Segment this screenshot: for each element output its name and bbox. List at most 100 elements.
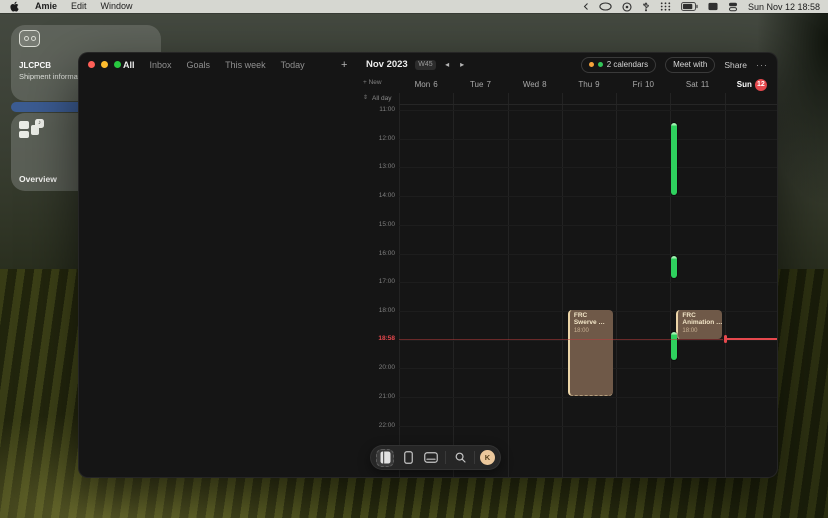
current-time-line-dim [399, 339, 723, 340]
toolbar-divider [474, 451, 475, 464]
chevron-left-icon[interactable] [583, 2, 589, 11]
event-title: FRC [574, 312, 611, 320]
day-header-sun[interactable]: Sun12 [737, 76, 767, 93]
column-border [508, 93, 509, 477]
day-name: Thu [578, 80, 592, 89]
header-actions: 2 calendars Meet with Share ··· [581, 53, 768, 76]
new-event-button[interactable]: + New [363, 79, 382, 86]
hour-line-21 [399, 397, 777, 398]
share-button[interactable]: Share [724, 60, 747, 70]
calendars-pill[interactable]: 2 calendars [581, 57, 656, 73]
calendars-label: 2 calendars [607, 60, 648, 69]
calendar-dot-orange [589, 62, 594, 67]
overview-grid-icon: ♪ [19, 119, 49, 141]
week-number-badge: W45 [415, 60, 436, 70]
menu-edit[interactable]: Edit [71, 0, 87, 13]
all-day-label: All day [372, 95, 392, 102]
column-border [453, 93, 454, 477]
current-time-tick [724, 335, 727, 343]
mini-event-1[interactable] [671, 123, 677, 195]
wallet-icon[interactable] [422, 449, 440, 467]
tab-this-week[interactable]: This week [225, 60, 266, 70]
day-header-wed[interactable]: Wed8 [523, 76, 547, 93]
hour-label-17: 17:00 [379, 278, 395, 286]
day-header-mon[interactable]: Mon6 [415, 76, 438, 93]
battery-icon[interactable] [681, 2, 698, 11]
day-name: Tue [470, 80, 484, 89]
event-frc-swerve-…[interactable]: FRCSwerve …18:00 [568, 310, 613, 396]
day-name: Fri [633, 80, 642, 89]
time-gutter: ⇕ All day 11:0012:0013:0014:0015:0016:00… [361, 93, 399, 477]
all-day-row: ⇕ All day [361, 94, 399, 104]
column-border [616, 93, 617, 477]
desktop: Amie Edit Window Sun Nov 12 18:58 JLCPCB… [0, 0, 828, 518]
hour-label-20: 20:00 [379, 364, 395, 372]
day-header-fri[interactable]: Fri10 [633, 76, 654, 93]
month-label[interactable]: Nov 2023 [366, 59, 408, 70]
menu-amie[interactable]: Amie [35, 0, 57, 13]
menu-window[interactable]: Window [101, 0, 133, 13]
hour-label-18: 18:00 [379, 307, 395, 315]
circle-icon[interactable] [622, 2, 632, 12]
meet-with-button[interactable]: Meet with [665, 57, 715, 73]
day-header-tue[interactable]: Tue7 [470, 76, 491, 93]
amie-window: All Inbox Goals This week Today + Nov 2023 W… [78, 52, 778, 478]
collapse-all-day-icon[interactable]: ⇕ [363, 94, 368, 101]
menu-bar-status-area: Sun Nov 12 18:58 [583, 1, 828, 12]
toolbar-divider [445, 451, 446, 464]
add-tab-button[interactable]: + [341, 53, 347, 76]
day-name: Mon [415, 80, 431, 89]
event-title: FRC [682, 312, 719, 320]
search-icon[interactable] [451, 449, 469, 467]
zoom-button[interactable] [114, 61, 121, 68]
calendar-view-icon[interactable] [376, 449, 394, 467]
column-border [562, 93, 563, 477]
bottom-toolbar: K [370, 445, 501, 470]
music-note-badge-icon: ♪ [35, 119, 44, 128]
device-icon[interactable] [399, 449, 417, 467]
day-header-sat[interactable]: Sat11 [686, 76, 709, 93]
hour-label-16: 16:00 [379, 250, 395, 258]
mini-event-3[interactable] [671, 332, 677, 360]
apple-menu-icon[interactable] [10, 1, 19, 12]
minimize-button[interactable] [101, 61, 108, 68]
dots-grid-icon[interactable] [660, 2, 671, 11]
day-header-thu[interactable]: Thu9 [578, 76, 599, 93]
mini-event-2[interactable] [671, 256, 677, 278]
overview-widget-label: Overview [19, 174, 57, 184]
current-time-label: 18:58 [378, 335, 395, 343]
day-date: 8 [542, 80, 546, 89]
day-date: 9 [595, 80, 599, 89]
tab-inbox[interactable]: Inbox [150, 60, 172, 70]
current-time-line [725, 338, 777, 340]
cloud-icon[interactable] [599, 2, 612, 11]
tab-all[interactable]: All [123, 60, 135, 70]
tab-goals[interactable]: Goals [187, 60, 211, 70]
previous-week-button[interactable]: ◂ [443, 60, 451, 69]
window-header: All Inbox Goals This week Today + Nov 2023 W… [79, 53, 777, 76]
hour-line-13 [399, 167, 777, 168]
column-border [725, 93, 726, 477]
event-frc-animation-…[interactable]: FRCAnimation …18:00 [676, 310, 721, 339]
hour-label-13: 13:00 [379, 163, 395, 171]
usb-icon[interactable] [642, 1, 650, 12]
day-name: Sat [686, 80, 698, 89]
event-time: 18:00 [682, 328, 719, 335]
today-date-badge: 12 [755, 79, 767, 91]
menu-bar-clock[interactable]: Sun Nov 12 18:58 [748, 2, 820, 12]
tab-today[interactable]: Today [281, 60, 305, 70]
hour-line-16 [399, 254, 777, 255]
day-date: 10 [645, 80, 654, 89]
event-title: Swerve … [574, 319, 611, 327]
day-date: 7 [486, 80, 490, 89]
close-button[interactable] [88, 61, 95, 68]
day-name: Sun [737, 80, 752, 89]
date-navigation: Nov 2023 W45 ◂ ▸ [366, 53, 466, 76]
next-week-button[interactable]: ▸ [458, 60, 466, 69]
user-avatar[interactable]: K [480, 450, 495, 465]
day-date: 11 [701, 80, 709, 89]
stats-icon[interactable] [728, 2, 738, 12]
display-icon[interactable] [708, 2, 718, 11]
hour-line-14 [399, 196, 777, 197]
more-options-button[interactable]: ··· [756, 60, 768, 70]
